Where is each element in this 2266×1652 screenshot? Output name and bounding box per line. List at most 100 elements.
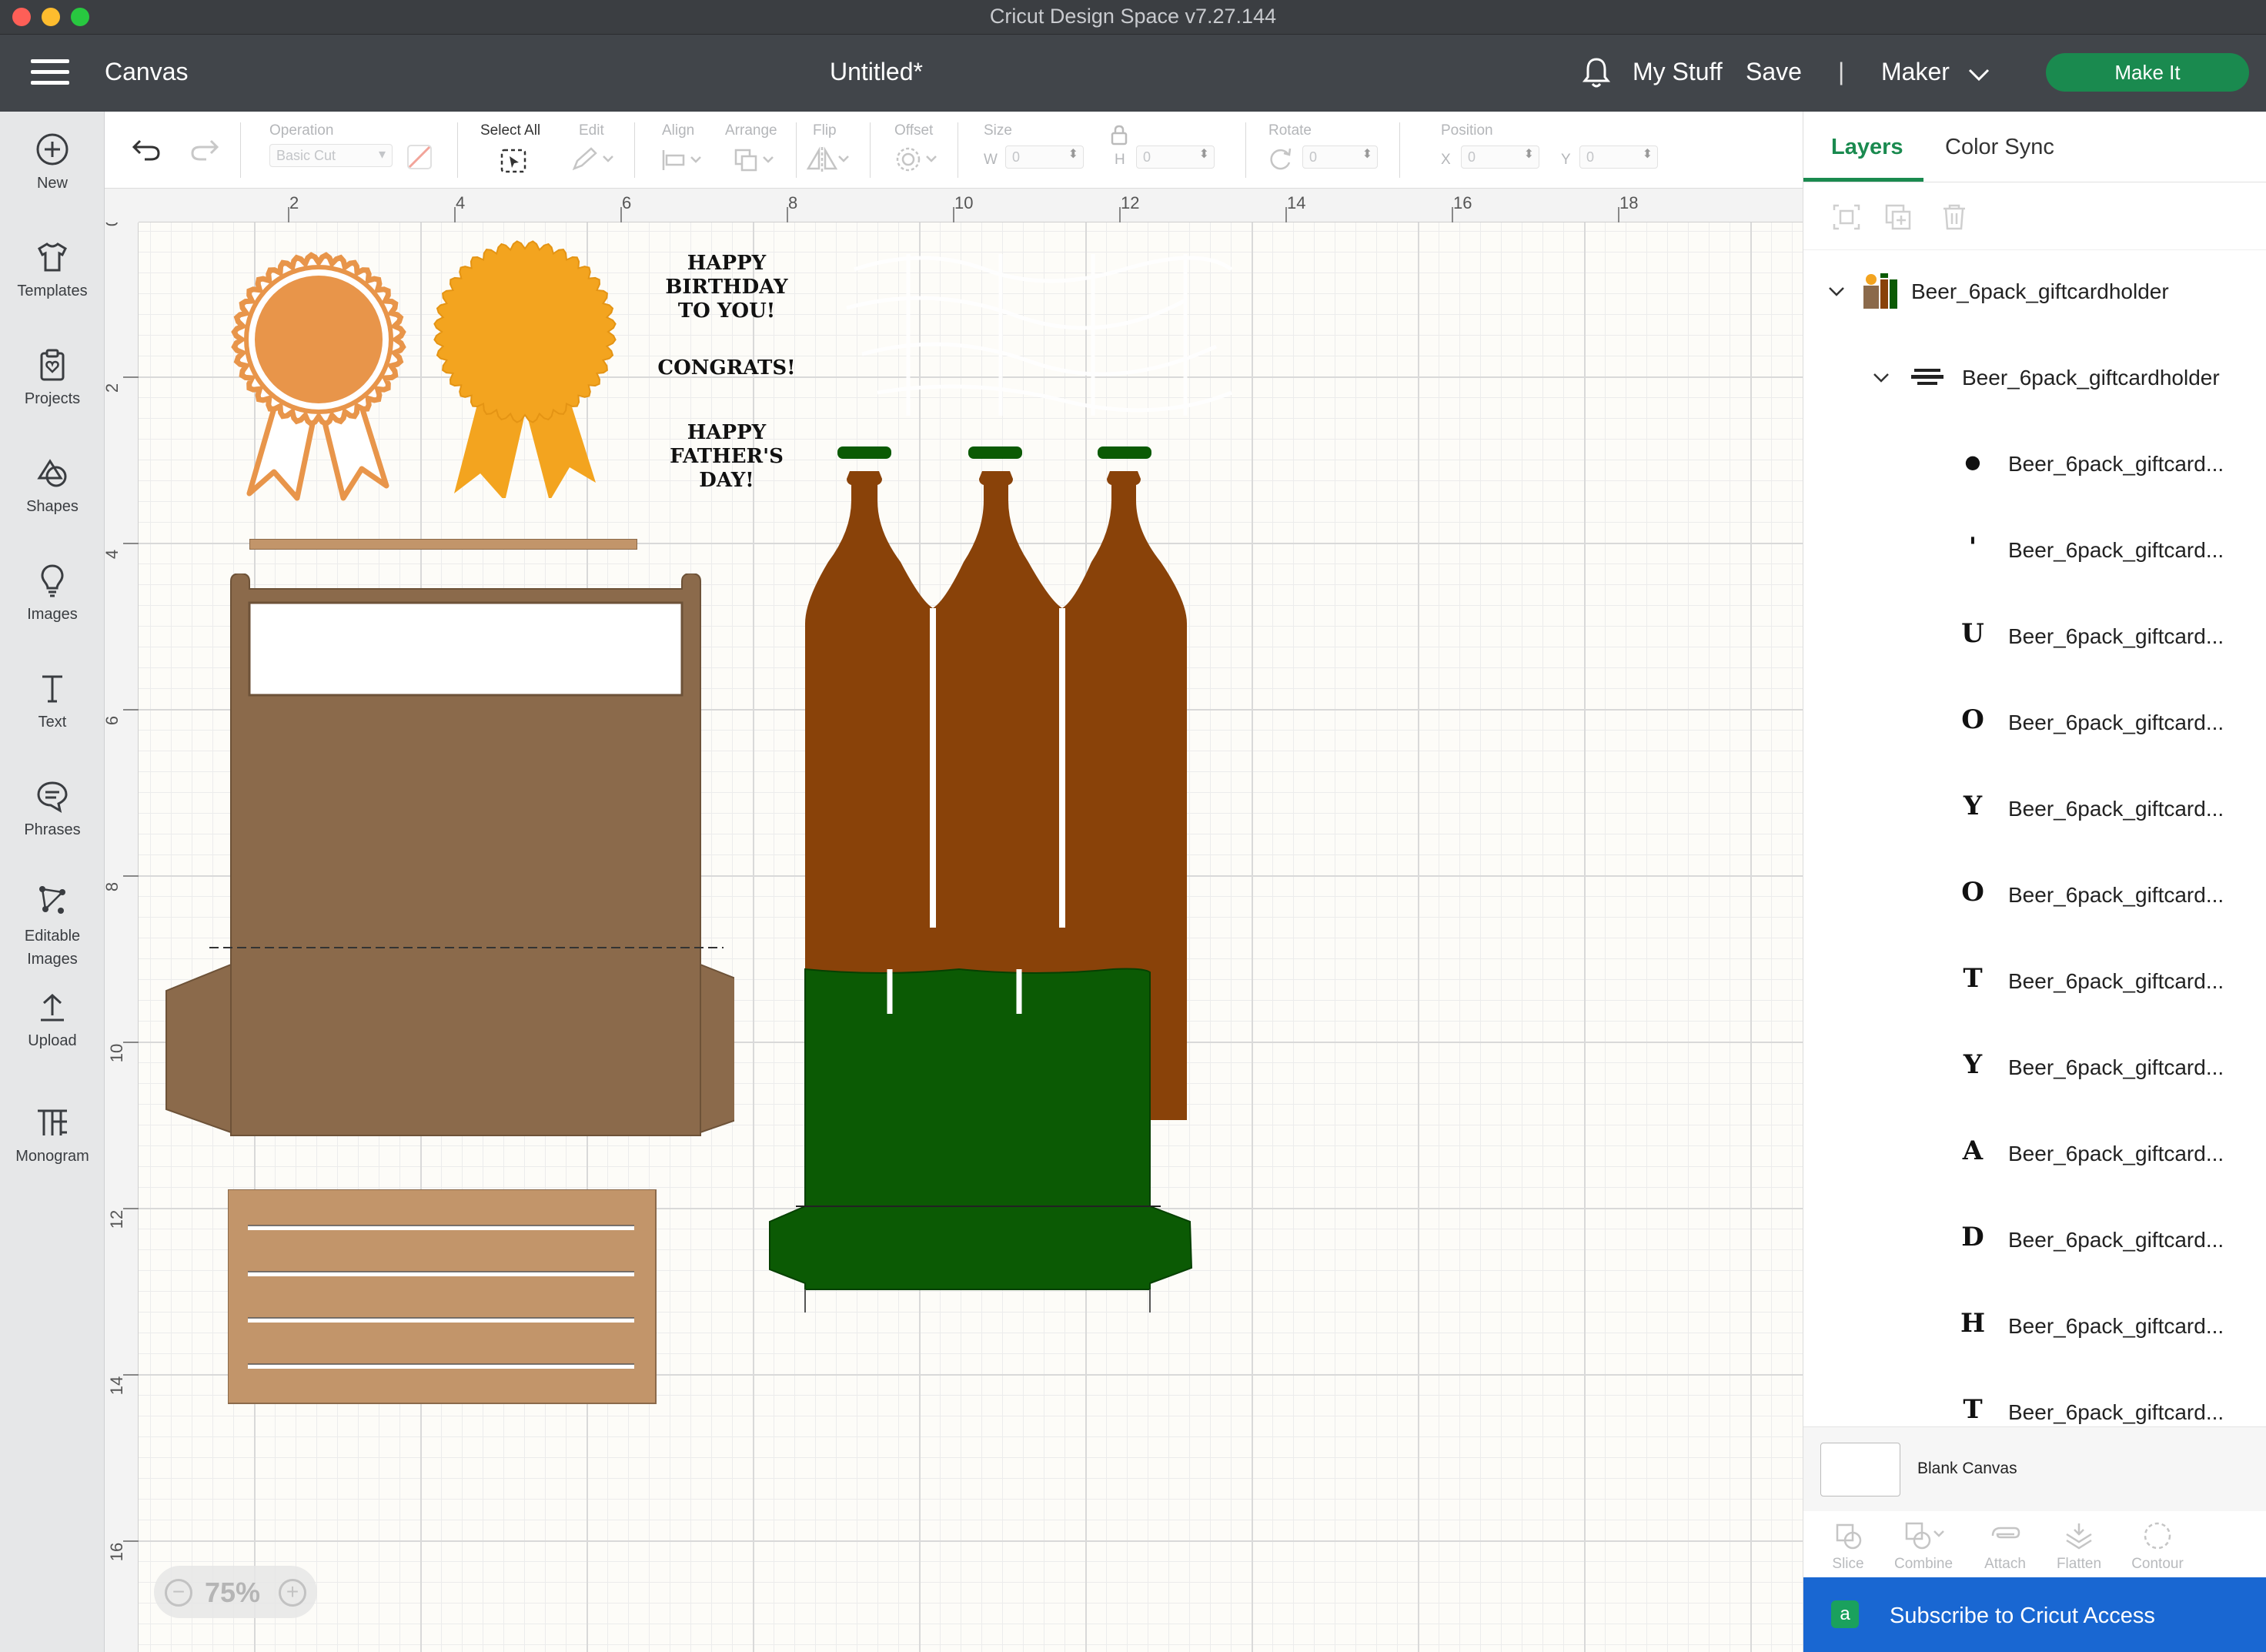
layer-row-subgroup[interactable]: Beer_6pack_giftcardholder [1803,336,2266,423]
save-button[interactable]: Save [1746,58,1802,86]
edit-pencil-icon[interactable] [571,145,617,172]
holder-base-panel[interactable] [228,1189,659,1405]
phrase-fathers-day[interactable]: HAPPY FATHER'S DAY! [639,421,814,493]
operation-select[interactable]: Basic Cut ▾ [269,144,393,167]
duplicate-icon[interactable] [1883,202,1914,232]
ruler-tick-label: 8 [788,193,798,212]
machine-select[interactable]: Maker [1881,58,1950,86]
green-carrier-panel[interactable] [767,968,1198,1314]
left-toolbar: New Templates Projects Shapes Images Tex… [0,112,105,1652]
ruler-tick-label: 2 [289,193,299,212]
layer-row-letter[interactable]: ' Beer_6pack_giftcard... [1803,509,2266,595]
redo-icon[interactable] [189,136,220,164]
layer-row-letter[interactable]: U Beer_6pack_giftcard... [1803,595,2266,681]
flatten-label: Flatten [2056,1556,2102,1572]
monogram-button[interactable]: Monogram [0,1105,105,1165]
award-rosette-outline[interactable] [219,241,420,503]
combine-label: Combine [1893,1556,1954,1572]
rotate-label: Rotate [1268,122,1312,139]
editable-images-label-2: Images [27,951,78,968]
layers-panel: Layers Color Sync Beer_6pack_giftcardhol… [1803,112,2266,1652]
design-canvas[interactable]: 024681012141618 0246810121416 [105,189,1803,1652]
blank-canvas-thumbnail[interactable] [1820,1443,1900,1496]
ruler-tick-label: 10 [954,193,974,212]
slice-button[interactable]: Slice [1810,1520,1887,1573]
layer-row-letter[interactable]: H Beer_6pack_giftcard... [1803,1285,2266,1371]
position-x-input[interactable]: 0 ⬍ [1461,145,1539,169]
undo-icon[interactable] [131,136,162,164]
phrase-birthday[interactable]: HAPPY BIRTHDAY TO YOU! [639,252,814,323]
new-button[interactable]: New [0,132,105,192]
layers-list: Beer_6pack_giftcardholder Beer_6pack_gif… [1803,250,2266,1543]
layer-row-letter[interactable]: Y Beer_6pack_giftcard... [1803,767,2266,854]
rotate-input[interactable]: 0 ⬍ [1302,145,1378,169]
chevron-down-icon[interactable] [1967,67,1990,82]
award-rosette-solid[interactable] [425,236,627,498]
phrase-fathers-line-2: FATHER'S [670,445,784,468]
handle-strip[interactable] [249,539,637,550]
tab-color-sync[interactable]: Color Sync [1945,135,2054,160]
layer-row-letter[interactable]: A Beer_6pack_giftcard... [1803,1112,2266,1199]
arrange-label: Arrange [725,122,777,139]
lock-icon[interactable] [1110,124,1128,145]
projects-button[interactable]: Projects [0,347,105,408]
chevron-down-icon[interactable] [1828,286,1845,298]
editable-images-button[interactable]: Editable Images [0,881,105,971]
header-separator: | [1838,58,1845,85]
layer-row-letter[interactable]: T Beer_6pack_giftcard... [1803,940,2266,1026]
bell-icon[interactable] [1581,56,1612,90]
layer-row-letter[interactable]: Y Beer_6pack_giftcard... [1803,1026,2266,1112]
attach-button[interactable]: Attach [1967,1520,2044,1573]
offset-icon[interactable] [894,145,941,173]
shapes-button[interactable]: Shapes [0,455,105,516]
zoom-control: − 75% + [154,1566,317,1618]
chevron-down-icon[interactable] [1873,372,1890,384]
layer-row-letter[interactable]: O Beer_6pack_giftcard... [1803,854,2266,940]
tab-layers[interactable]: Layers [1831,135,1903,160]
width-input[interactable]: 0 ⬍ [1005,145,1084,169]
zoom-in-button[interactable]: + [279,1579,306,1607]
ruler-tick-label: 8 [105,882,122,891]
arrange-icon[interactable] [733,147,776,173]
ruler-tick [123,709,139,711]
layer-name: Beer_6pack_giftcard... [2008,883,2224,907]
combine-icon [1905,1522,1944,1550]
white-layer-artwork[interactable] [831,239,1262,431]
blank-canvas-row[interactable]: Blank Canvas [1803,1426,2266,1511]
phrase-birthday-line-1: HAPPY [687,252,767,275]
phrases-button[interactable]: Phrases [0,778,105,839]
tshirt-icon [38,242,67,272]
six-pack-holder-template[interactable] [165,574,734,1166]
layer-row-group[interactable]: Beer_6pack_giftcardholder [1803,250,2266,336]
templates-button[interactable]: Templates [0,239,105,300]
group-icon[interactable] [1831,202,1862,232]
layer-row-letter[interactable]: D Beer_6pack_giftcard... [1803,1199,2266,1285]
height-label: H [1115,152,1125,168]
position-y-input[interactable]: 0 ⬍ [1579,145,1658,169]
contour-button[interactable]: Contour [2119,1520,2196,1573]
phrase-congrats[interactable]: CONGRATS! [639,356,814,380]
trash-icon[interactable] [1939,202,1970,232]
layer-name: Beer_6pack_giftcardholder [1911,279,2169,303]
upload-button[interactable]: Upload [0,989,105,1050]
layer-row-letter[interactable]: O Beer_6pack_giftcard... [1803,681,2266,767]
align-icon[interactable] [660,149,704,172]
my-stuff-link[interactable]: My Stuff [1633,58,1723,86]
layer-row-letter[interactable]: ● Beer_6pack_giftcard... [1803,423,2266,509]
images-label: Images [27,606,78,623]
hamburger-menu-icon[interactable] [31,59,69,85]
zoom-out-button[interactable]: − [165,1579,192,1607]
text-button[interactable]: Text [0,670,105,731]
images-button[interactable]: Images [0,563,105,624]
contour-icon [2144,1522,2171,1550]
select-all-icon[interactable] [499,147,528,175]
flip-icon[interactable] [805,145,851,173]
height-input[interactable]: 0 ⬍ [1136,145,1215,169]
subscribe-banner[interactable]: a Subscribe to Cricut Access [1803,1577,2266,1652]
make-it-button[interactable]: Make It [2046,53,2249,92]
color-swatch-icon[interactable] [406,144,433,170]
combine-button[interactable]: Combine [1885,1520,1962,1573]
document-title[interactable]: Untitled* [830,58,923,86]
ruler-tick [288,207,289,222]
flatten-button[interactable]: Flatten [2040,1520,2117,1573]
